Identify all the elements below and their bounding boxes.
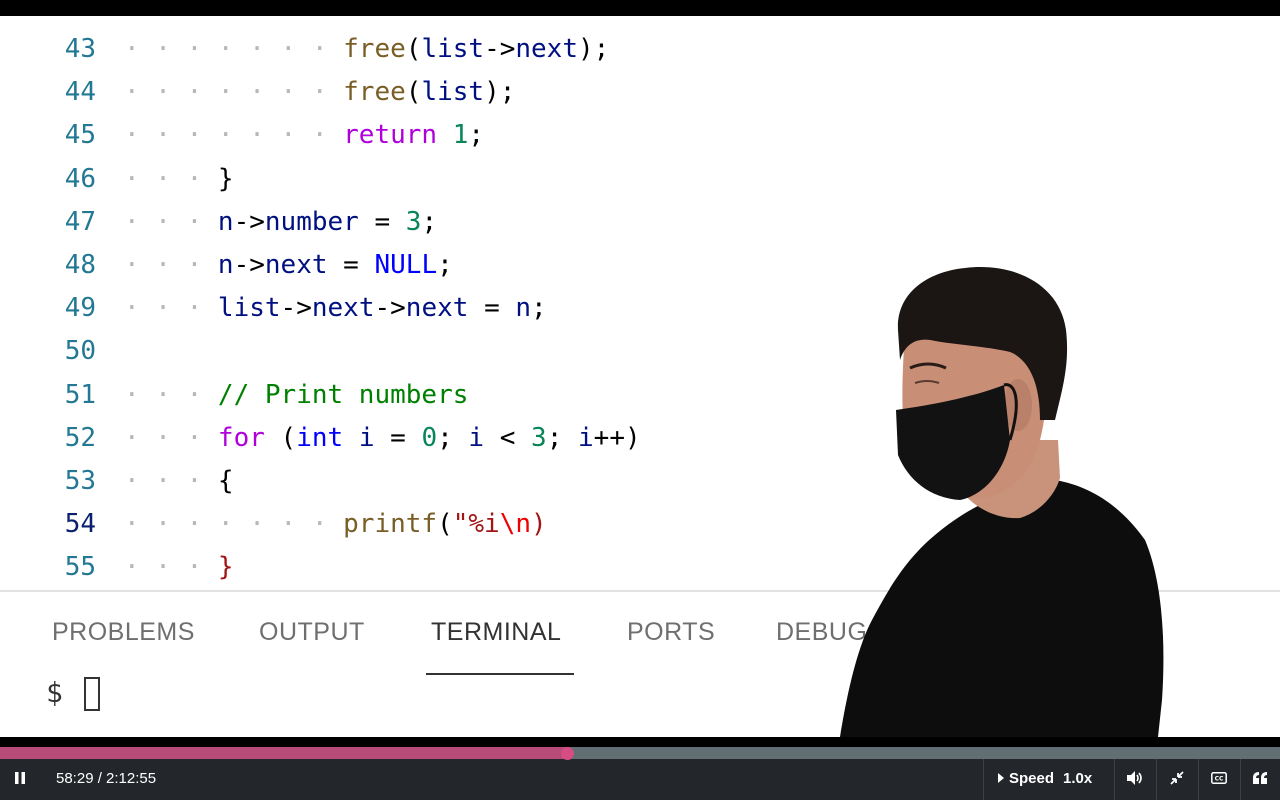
volume-icon <box>1127 771 1142 785</box>
instructor-shirt <box>840 480 1164 737</box>
divider <box>1240 759 1241 800</box>
exit-fullscreen-icon <box>1170 771 1184 785</box>
divider <box>983 759 984 800</box>
progress-fill <box>0 747 568 759</box>
speed-label[interactable]: Speed <box>1009 770 1054 787</box>
transcript-icon <box>1253 772 1267 784</box>
player-controls: 58:29 / 2:12:55 Speed 1.0x CC <box>0 747 1280 800</box>
instructor-ear <box>1004 379 1032 431</box>
captions-button[interactable]: CC <box>1208 767 1230 789</box>
time-display: 58:29 / 2:12:55 <box>56 770 157 787</box>
exit-fullscreen-button[interactable] <box>1166 767 1188 789</box>
speed-caret-icon <box>997 773 1005 783</box>
progress-thumb[interactable] <box>561 747 575 760</box>
progress-bar[interactable] <box>0 747 1280 760</box>
instructor-figure <box>840 267 1164 737</box>
pause-icon <box>15 772 25 784</box>
divider <box>1114 759 1115 800</box>
svg-text:CC: CC <box>1215 776 1224 783</box>
transcript-button[interactable] <box>1249 767 1271 789</box>
speed-value[interactable]: 1.0x <box>1063 770 1092 787</box>
divider <box>1198 759 1199 800</box>
divider <box>1156 759 1157 800</box>
pause-button[interactable] <box>8 769 32 787</box>
captions-icon: CC <box>1211 772 1227 784</box>
volume-button[interactable] <box>1124 767 1146 789</box>
video-frame[interactable]: 43 · · · · · · · free(list->next); 44 · · ·… <box>0 0 1280 800</box>
